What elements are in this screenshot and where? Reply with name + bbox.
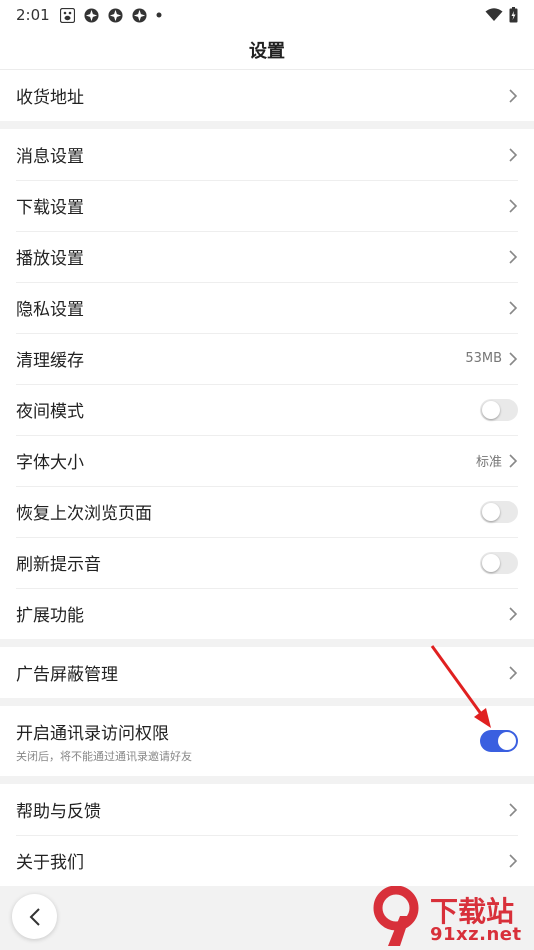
setting-row-message-settings[interactable]: 消息设置: [0, 129, 534, 180]
setting-label: 扩展功能: [16, 606, 84, 626]
setting-description: 关闭后，将不能通过通讯录邀请好友: [16, 749, 192, 763]
settings-group-address: 收货地址: [0, 70, 534, 121]
chevron-right-icon: [509, 198, 518, 213]
setting-row-playback-settings[interactable]: 播放设置: [0, 231, 534, 282]
setting-label: 收货地址: [16, 88, 84, 108]
watermark: 下载站 91xz.net: [370, 886, 530, 948]
settings-group-general: 消息设置 下载设置 播放设置 隐私设置 清理缓存 53MB 夜间模式 字体大小 …: [0, 129, 534, 639]
status-time: 2:01: [16, 6, 50, 24]
setting-row-font-size[interactable]: 字体大小 标准: [0, 435, 534, 486]
setting-label: 清理缓存: [16, 351, 84, 371]
page-header: 设置: [0, 30, 534, 70]
chevron-right-icon: [509, 249, 518, 264]
more-notifications-dot-icon: [156, 12, 162, 18]
chevron-right-icon: [509, 300, 518, 315]
settings-group-adblock: 广告屏蔽管理: [0, 647, 534, 698]
notification-icon: [108, 7, 123, 23]
chevron-right-icon: [509, 351, 518, 366]
setting-label: 刷新提示音: [16, 555, 101, 575]
baidu-app-icon: [59, 7, 75, 23]
setting-row-clear-cache[interactable]: 清理缓存 53MB: [0, 333, 534, 384]
setting-row-extensions[interactable]: 扩展功能: [0, 588, 534, 639]
settings-group-contacts: 开启通讯录访问权限 关闭后，将不能通过通讯录邀请好友: [0, 706, 534, 776]
notification-icon: [84, 7, 99, 23]
chevron-right-icon: [509, 147, 518, 162]
font-size-value: 标准: [475, 455, 502, 470]
setting-label: 消息设置: [16, 147, 84, 167]
battery-icon: [509, 7, 518, 23]
setting-label: 夜间模式: [16, 402, 84, 422]
setting-label: 开启通讯录访问权限: [16, 723, 169, 744]
wifi-icon: [485, 8, 503, 21]
setting-row-night-mode: 夜间模式: [0, 384, 534, 435]
back-button[interactable]: [12, 894, 57, 939]
cache-size-value: 53MB: [465, 351, 502, 366]
refresh-sound-toggle[interactable]: [480, 551, 518, 574]
notification-icon: [132, 7, 147, 23]
chevron-right-icon: [509, 665, 518, 680]
setting-row-restore-last-page: 恢复上次浏览页面: [0, 486, 534, 537]
contacts-permission-toggle[interactable]: [480, 730, 518, 752]
setting-label: 下载设置: [16, 198, 84, 218]
chevron-right-icon: [509, 802, 518, 817]
setting-row-privacy-settings[interactable]: 隐私设置: [0, 282, 534, 333]
page-title: 设置: [249, 40, 285, 62]
setting-label: 字体大小: [16, 453, 84, 473]
settings-list: 收货地址 消息设置 下载设置 播放设置 隐私设置 清理缓存 53MB 夜间模式 …: [0, 70, 534, 886]
status-bar: 2:01: [0, 0, 534, 30]
setting-row-download-settings[interactable]: 下载设置: [0, 180, 534, 231]
setting-row-refresh-sound: 刷新提示音: [0, 537, 534, 588]
setting-row-about-us[interactable]: 关于我们: [0, 835, 534, 886]
setting-label: 广告屏蔽管理: [16, 665, 118, 685]
setting-label: 关于我们: [16, 853, 84, 873]
setting-label: 隐私设置: [16, 300, 84, 320]
chevron-right-icon: [509, 88, 518, 103]
setting-row-contacts-permission: 开启通讯录访问权限 关闭后，将不能通过通讯录邀请好友: [0, 706, 534, 776]
watermark-logo-icon: [373, 886, 419, 946]
watermark-url: 91xz.net: [430, 924, 522, 945]
setting-row-ad-block-management[interactable]: 广告屏蔽管理: [0, 647, 534, 698]
setting-label: 播放设置: [16, 249, 84, 269]
chevron-right-icon: [509, 453, 518, 468]
settings-group-about: 帮助与反馈 关于我们: [0, 784, 534, 886]
chevron-left-icon: [29, 907, 40, 926]
setting-row-shipping-address[interactable]: 收货地址: [0, 70, 534, 121]
setting-label: 帮助与反馈: [16, 802, 101, 822]
night-mode-toggle[interactable]: [480, 398, 518, 421]
setting-label: 恢复上次浏览页面: [16, 504, 152, 524]
chevron-right-icon: [509, 606, 518, 621]
restore-last-page-toggle[interactable]: [480, 500, 518, 523]
setting-row-help-feedback[interactable]: 帮助与反馈: [0, 784, 534, 835]
chevron-right-icon: [509, 853, 518, 868]
